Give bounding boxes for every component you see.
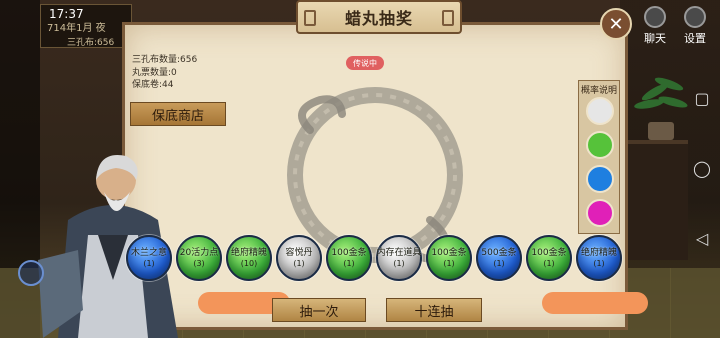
settings-label: 设置 [684,32,706,45]
item-orb[interactable]: 100金条 (1) [526,235,572,281]
title-ornament-left [304,10,316,26]
recents-icon[interactable]: ▢ [692,88,712,108]
character-portrait [38,155,178,338]
item-orb[interactable]: 500金条 (1) [476,235,522,281]
back-icon[interactable]: ◁ [692,228,712,248]
prob-green-dot[interactable] [586,131,614,159]
side-menu-toggle[interactable] [18,260,44,286]
pity-count: 保底卷:44 [132,80,174,90]
hud-date: 714年1月 夜 [47,23,106,34]
cloth-count: 三孔布数量:656 [132,55,198,65]
pity-shop-button[interactable]: 保底商店 [130,102,226,126]
panel-title-plate: 蜡丸抽奖 [296,0,462,34]
chat-label: 聊天 [644,32,666,45]
pill-count: 丸票数量:0 [132,67,177,78]
item-orb[interactable]: 绝府精魄 (10) [226,235,272,281]
status-hud: 17:37 714年1月 夜 三孔布:656 [40,4,132,48]
plant-decoration [630,70,690,140]
chat-icon [644,6,666,28]
probability-title: 概率说明 [581,86,618,96]
prob-blue-dot[interactable] [586,165,614,193]
item-orb[interactable]: 内存在道具 (1) [376,235,422,281]
background-shelf [628,140,688,260]
close-button[interactable]: ✕ [600,8,632,40]
redaction-mark-right [542,292,648,314]
draw-one-button[interactable]: 抽一次 [272,298,366,322]
prob-silver-dot[interactable] [586,97,614,125]
item-orb[interactable]: 20活力点 (3) [176,235,222,281]
item-orb[interactable]: 绝府精魄 (1) [576,235,622,281]
chat-button[interactable]: 聊天 [644,6,666,46]
item-orb[interactable]: 100金条 (1) [426,235,472,281]
currency-stats: 三孔布数量:656 丸票数量:0 保底卷:44 [132,54,197,92]
gear-icon [684,6,706,28]
legend-badge: 传说中 [346,56,384,70]
hud-cloth: 三孔布:656 [67,38,115,48]
page-title: 蜡丸抽奖 [344,9,413,28]
prob-pink-dot[interactable] [586,199,614,227]
close-icon: ✕ [608,13,624,35]
settings-button[interactable]: 设置 [684,6,706,46]
draw-ten-button[interactable]: 十连抽 [386,298,482,322]
probability-panel[interactable]: 概率说明 [578,80,620,234]
title-ornament-right [442,10,454,26]
home-icon[interactable]: ◯ [692,158,712,178]
android-nav-bar: ▢ ◯ ◁ [684,88,720,258]
item-orb[interactable]: 木兰之意 (1) [126,235,172,281]
item-orb[interactable]: 100金条 (1) [326,235,372,281]
item-orb[interactable]: 容悦丹 (1) [276,235,322,281]
